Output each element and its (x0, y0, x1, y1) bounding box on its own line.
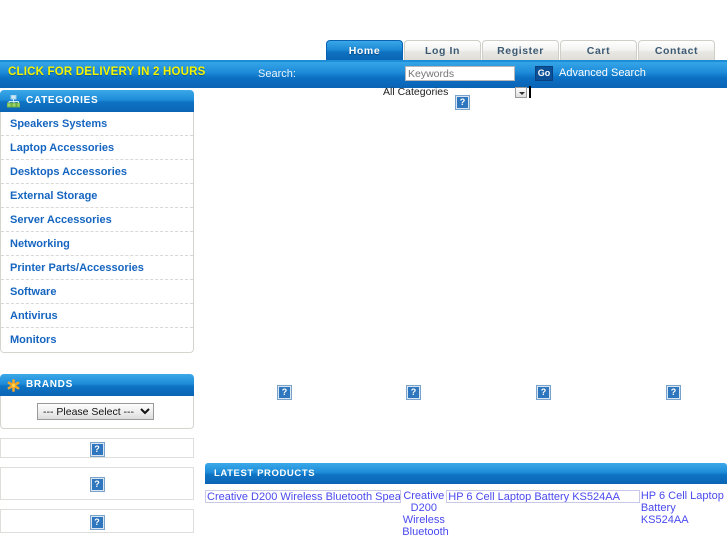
brand-select[interactable]: --- Please Select --- (37, 403, 154, 420)
delivery-promo-banner[interactable]: CLICK FOR DELIVERY IN 2 HOURS (8, 66, 206, 78)
nav-tab-login[interactable]: Log In (404, 40, 481, 61)
search-go-button[interactable]: Go (535, 66, 553, 81)
broken-image-icon[interactable] (406, 385, 421, 400)
product-name-1[interactable]: Creative D200 Wireless Bluetooth Speaker… (205, 490, 402, 503)
nav-tab-contact[interactable]: Contact (638, 40, 715, 61)
nav-tab-cart[interactable]: Cart (560, 40, 637, 61)
product-name-3[interactable]: HP 6 Cell Laptop Battery KS524AA (446, 490, 640, 503)
broken-image-icon (89, 442, 105, 457)
brands-panel: BRANDS --- Please Select --- (0, 374, 194, 429)
brands-panel-header: BRANDS (0, 374, 194, 396)
sidebar-item-monitors[interactable]: Monitors (1, 328, 193, 352)
broken-image-icon[interactable] (277, 385, 292, 400)
categories-panel-header: CATEGORIES (0, 90, 194, 112)
broken-image-icon[interactable] (536, 385, 551, 400)
sidebar-item-server-accessories[interactable]: Server Accessories (1, 208, 193, 232)
categories-panel-title: CATEGORIES (26, 95, 99, 106)
advanced-search-link[interactable]: Advanced Search (559, 67, 646, 79)
latest-products-list: Creative D200 Wireless Bluetooth Speaker… (205, 490, 727, 552)
sidebar-item-antivirus[interactable]: Antivirus (1, 304, 193, 328)
sidebar: CATEGORIES Speakers Systems Laptop Acces… (0, 90, 194, 533)
categories-list: Speakers Systems Laptop Accessories Desk… (0, 112, 194, 353)
featured-brands-row (205, 385, 727, 403)
brands-body: --- Please Select --- (0, 396, 194, 429)
nav-tab-register[interactable]: Register (482, 40, 559, 61)
nav-tab-home[interactable]: Home (326, 40, 403, 61)
sidebar-item-networking[interactable]: Networking (1, 232, 193, 256)
broken-image-icon (89, 515, 105, 530)
brands-panel-title: BRANDS (26, 379, 73, 390)
search-input[interactable] (405, 66, 515, 81)
sidebar-banner-2[interactable] (0, 467, 194, 500)
product-name-2[interactable]: Creative D200 Wireless Bluetooth (401, 490, 448, 552)
sidebar-banner-3[interactable] (0, 509, 194, 533)
sidebar-item-laptop-accessories[interactable]: Laptop Accessories (1, 136, 193, 160)
sidebar-item-printer-parts-accessories[interactable]: Printer Parts/Accessories (1, 256, 193, 280)
broken-image-icon (89, 477, 105, 492)
product-name-4[interactable]: HP 6 Cell Laptop Battery KS524AA (640, 490, 727, 530)
latest-products-panel: LATEST PRODUCTS Creative D200 Wireless B… (205, 463, 727, 552)
sidebar-item-desktops-accessories[interactable]: Desktops Accessories (1, 160, 193, 184)
sitemap-icon (7, 95, 20, 108)
latest-products-title: LATEST PRODUCTS (205, 463, 727, 484)
search-label: Search: (258, 68, 296, 80)
main-navigation: Home Log In Register Cart Contact (326, 39, 716, 61)
sidebar-item-external-storage[interactable]: External Storage (1, 184, 193, 208)
header-bar: CLICK FOR DELIVERY IN 2 HOURS Search: Go… (0, 60, 727, 88)
broken-image-icon[interactable] (666, 385, 681, 400)
sidebar-item-software[interactable]: Software (1, 280, 193, 304)
sidebar-banner-1[interactable] (0, 438, 194, 458)
main-content: LATEST PRODUCTS Creative D200 Wireless B… (205, 92, 727, 545)
sidebar-item-speakers-systems[interactable]: Speakers Systems (1, 112, 193, 136)
categories-panel: CATEGORIES Speakers Systems Laptop Acces… (0, 90, 194, 353)
asterisk-icon (7, 379, 20, 392)
